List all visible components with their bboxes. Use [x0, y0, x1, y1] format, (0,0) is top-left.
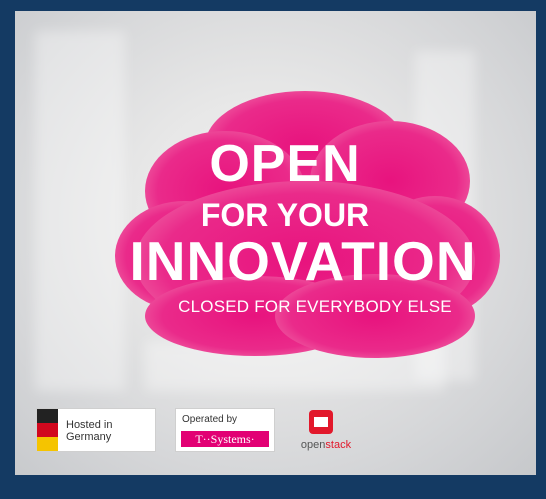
tsystems-logo: T··Systems·	[181, 431, 269, 447]
hosted-label: Hosted in Germany	[66, 419, 113, 443]
openstack-icon	[309, 410, 333, 434]
germany-flag-icon	[37, 409, 58, 451]
headline-open: OPEN	[209, 135, 361, 193]
hosted-in-germany-badge: Hosted in Germany	[36, 408, 156, 452]
headline-group: OPEN FOR YOUR INNOVATION CLOSED FOR EVER…	[15, 11, 536, 475]
operated-by-label: Operated by	[182, 414, 238, 425]
tagline: CLOSED FOR EVERYBODY ELSE	[178, 297, 452, 316]
hero-banner: OPEN FOR YOUR INNOVATION CLOSED FOR EVER…	[15, 11, 536, 475]
headline-for-your: FOR YOUR	[200, 197, 370, 233]
openstack-wordmark: openstack	[300, 439, 352, 451]
headline-innovation: INNOVATION	[129, 230, 477, 292]
openstack-logo: openstack	[294, 409, 354, 459]
operated-by-badge: Operated by T··Systems·	[175, 408, 275, 452]
